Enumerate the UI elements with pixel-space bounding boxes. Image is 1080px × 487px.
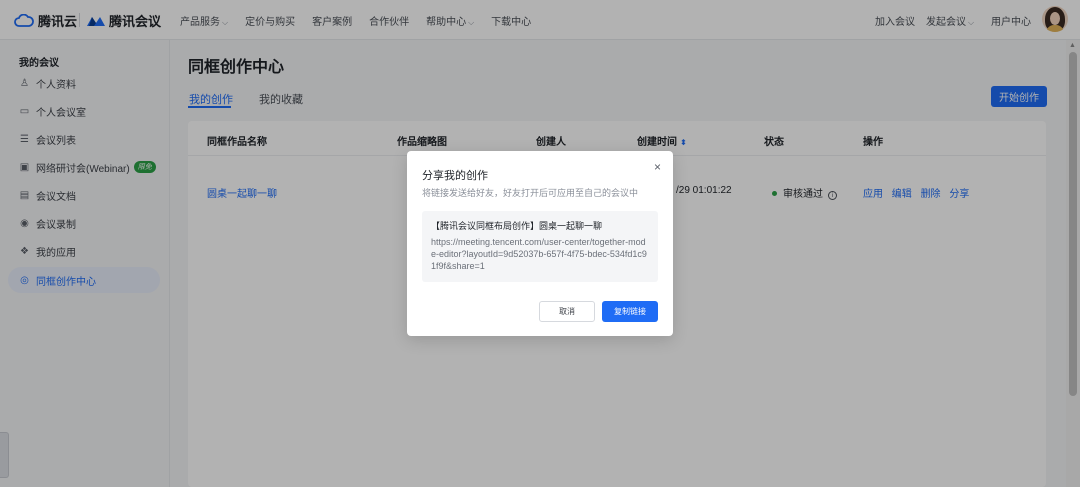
dialog-description: 将链接发送给好友，好友打开后可应用至自己的会议中 (422, 188, 639, 198)
cancel-button[interactable]: 取消 (539, 301, 595, 322)
share-link-title: 【腾讯会议同框布局创作】圆桌一起聊一聊 (431, 221, 603, 231)
close-icon[interactable]: × (654, 160, 661, 174)
copy-link-button[interactable]: 复制链接 (602, 301, 658, 322)
share-link-box: 【腾讯会议同框布局创作】圆桌一起聊一聊 https://meeting.tenc… (422, 211, 658, 282)
dialog-title: 分享我的创作 (422, 170, 488, 182)
share-link-url: https://meeting.tencent.com/user-center/… (431, 237, 647, 271)
share-dialog: 分享我的创作 × 将链接发送给好友，好友打开后可应用至自己的会议中 【腾讯会议同… (407, 151, 673, 336)
